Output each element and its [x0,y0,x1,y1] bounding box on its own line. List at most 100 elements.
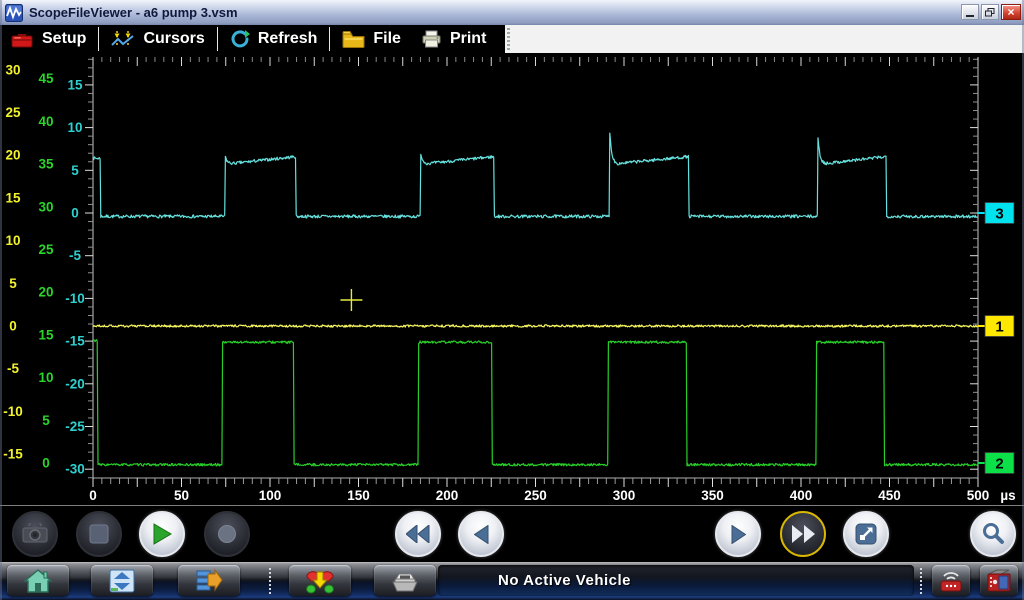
x-tick-label: 500 [967,488,990,503]
right-arrow-icon [731,525,746,544]
y-tick-label: 20 [5,148,20,163]
restore-icon [985,8,995,17]
setup-label: Setup [42,30,86,48]
x-tick-label: 200 [436,488,459,503]
y-tick-label: 25 [5,105,21,120]
y-tick-label: 10 [38,370,53,385]
camera-icon [20,523,50,545]
x-tick-label: 0 [89,488,97,503]
channel-2-trace [93,340,978,466]
cursors-button[interactable]: Cursors [101,26,214,52]
y-tick-label: 10 [67,120,82,135]
y-tick-label: 30 [5,62,20,77]
y-tick-label: -30 [65,462,85,477]
toolbar-grip[interactable] [507,28,510,50]
record-button[interactable] [204,511,250,557]
double-right-arrow-icon [791,525,815,543]
y-tick-label: -15 [3,447,23,462]
file-button[interactable]: File [332,26,411,52]
vehicle-info-icon [391,569,419,593]
y-tick-label: 40 [38,114,53,129]
close-button[interactable]: × [1001,4,1021,20]
minimize-button[interactable] [961,4,979,20]
scope-plot[interactable]: 302520151050-5-10-1545403530252015105015… [0,53,1024,505]
stop-icon [89,524,109,544]
screen-record-button[interactable] [980,565,1018,596]
y-tick-label: -15 [65,334,85,349]
scope-app-icon [5,4,23,22]
y-tick-label: 45 [38,71,54,86]
window-title: ScopeFileViewer - a6 pump 3.vsm [29,5,238,20]
status-message: No Active Vehicle [498,572,631,589]
vehicle-id-button[interactable] [289,565,351,596]
vehicle-info-button[interactable] [374,565,436,596]
step-forward-button[interactable] [715,511,761,557]
status-message-panel: No Active Vehicle [438,565,914,596]
y-axis-labels-channel-1: 302520151050-5-10-15 [3,62,23,461]
wireless-icon [937,567,965,595]
channel-1-trace [93,325,978,327]
file-label: File [373,30,401,48]
y-tick-label: 15 [5,190,21,205]
step-back-button[interactable] [458,511,504,557]
y-tick-label: 5 [9,276,17,291]
refresh-button[interactable]: Refresh [220,26,328,52]
record-icon [217,524,237,544]
screen-record-icon [985,568,1013,594]
y-tick-label: 0 [71,206,79,221]
x-axis-unit-label: µs [1000,488,1015,503]
magnifier-icon [981,522,1005,546]
y-tick-label: 5 [71,163,79,178]
wireless-button[interactable] [932,565,970,596]
y-tick-label: -10 [65,291,85,306]
taskbar-separator [920,568,922,594]
crosshair-cursor[interactable] [340,289,362,311]
data-list-button[interactable] [178,565,240,596]
zoom-button[interactable] [970,511,1016,557]
fast-forward-button[interactable] [780,511,826,557]
y-tick-label: -20 [65,376,85,391]
home-button[interactable] [7,565,69,596]
printer-icon [421,30,442,48]
channel-3-trace [93,133,978,218]
channel-3-marker[interactable]: 3 [978,203,1014,224]
window-switch-icon [108,568,136,594]
channel-marker-label: 1 [995,319,1003,336]
refresh-label: Refresh [258,30,318,48]
x-tick-label: 400 [790,488,813,503]
restore-button[interactable] [981,4,999,20]
channel-marker-label: 2 [995,456,1003,473]
skip-to-start-button[interactable] [395,511,441,557]
vehicle-id-icon [305,568,335,594]
print-label: Print [450,30,486,48]
channel-2-marker[interactable]: 2 [978,453,1014,474]
y-tick-label: 15 [67,77,83,92]
print-button[interactable]: Print [411,26,496,52]
y-tick-label: -10 [3,404,23,419]
home-icon [24,568,52,594]
window-switch-button[interactable] [91,565,153,596]
setup-button[interactable]: Setup [0,26,96,52]
snapshot-button[interactable] [12,511,58,557]
y-tick-label: 10 [5,233,20,248]
toolbar-separator [98,27,99,51]
playback-bar: 00:00:094 [0,505,1024,562]
play-button[interactable] [139,511,185,557]
x-tick-label: 100 [259,488,282,503]
taskbar: No Active Vehicle [0,562,1024,600]
channel-marker-label: 3 [995,206,1003,223]
stop-button[interactable] [76,511,122,557]
y-tick-label: 20 [38,285,53,300]
folder-icon [342,30,365,48]
toolbox-icon [10,30,34,49]
x-tick-label: 350 [701,488,724,503]
y-tick-label: 25 [38,242,54,257]
channel-1-marker[interactable]: 1 [978,316,1014,337]
toolbar-separator [329,27,330,51]
data-list-icon [195,568,223,594]
expand-button[interactable] [843,511,889,557]
toolbar: Setup Cursors Refresh [0,25,1024,53]
y-tick-label: -5 [69,248,81,263]
y-axis-labels-channel-2: 454035302520151050 [38,71,54,470]
taskbar-separator [269,568,271,594]
